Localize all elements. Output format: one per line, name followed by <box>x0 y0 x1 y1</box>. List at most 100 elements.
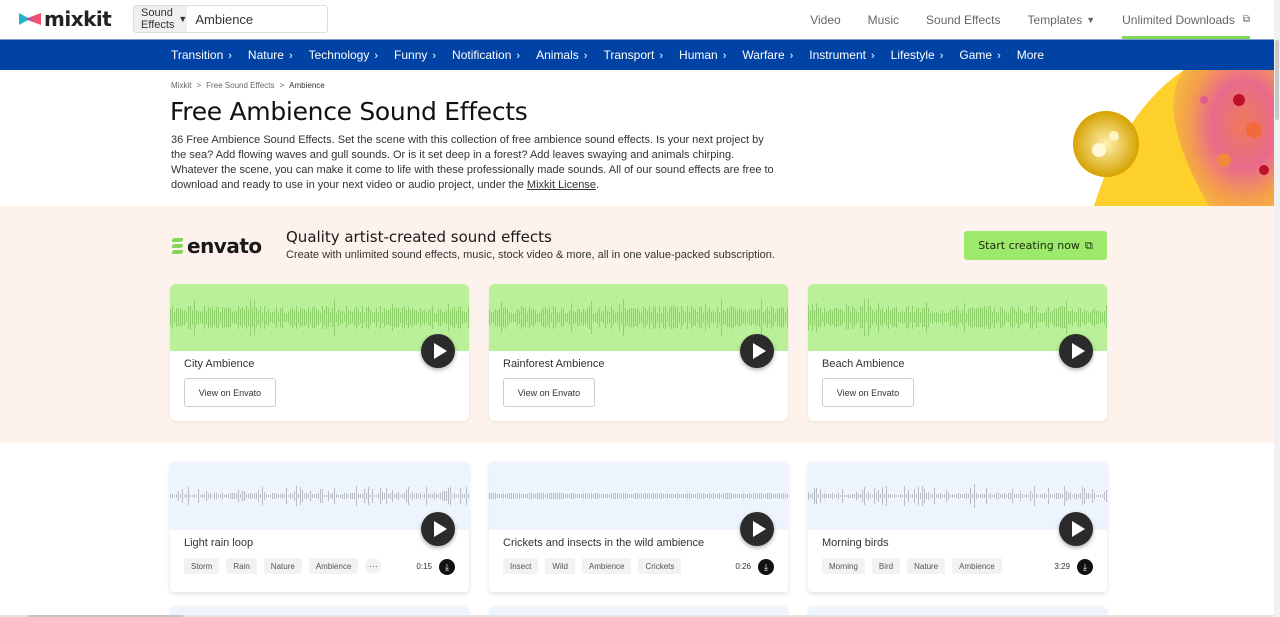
tag[interactable]: Bird <box>871 558 901 574</box>
play-button[interactable] <box>740 334 774 368</box>
view-on-envato-button[interactable]: View on Envato <box>503 378 595 407</box>
waveform-bar <box>360 311 361 324</box>
category-game[interactable]: Game › <box>959 48 1000 62</box>
start-creating-button[interactable]: Start creating now ⧉ <box>964 231 1107 260</box>
view-on-envato-button[interactable]: View on Envato <box>822 378 914 407</box>
waveform-bar <box>170 493 171 499</box>
waveform-bar <box>597 310 598 325</box>
breadcrumb-free-sound-effects[interactable]: Free Sound Effects <box>206 81 274 90</box>
download-icon[interactable]: ⤓ <box>1077 559 1093 575</box>
waveform-bar <box>380 487 381 505</box>
play-button[interactable] <box>421 334 455 368</box>
mixkit-license-link[interactable]: Mixkit License <box>527 179 596 191</box>
waveform-bar <box>773 494 774 498</box>
search-input[interactable] <box>187 6 327 32</box>
waveform-bar <box>246 306 247 329</box>
waveform-bars <box>489 298 788 338</box>
waveform-bar <box>276 306 277 329</box>
category-technology[interactable]: Technology › <box>309 48 378 62</box>
tag[interactable]: Rain <box>226 558 257 574</box>
waveform-bar <box>222 307 223 328</box>
nav-templates[interactable]: Templates ▼ <box>1028 13 1096 27</box>
play-button[interactable] <box>421 512 455 546</box>
nav-unlimited-downloads[interactable]: Unlimited Downloads ⧉ <box>1122 0 1250 39</box>
waveform-bar <box>623 298 624 337</box>
waveform-bar <box>1104 310 1105 325</box>
tag[interactable]: Insect <box>503 558 539 574</box>
waveform-bar <box>1016 311 1017 324</box>
sound-item-card[interactable]: Light rain loop Storm Rain Nature Ambien… <box>170 462 469 592</box>
waveform-bar <box>1048 488 1049 504</box>
waveform-bar <box>785 311 786 324</box>
category-transition[interactable]: Transition › <box>171 48 232 62</box>
mixkit-logo[interactable]: mixkit <box>19 9 112 29</box>
promo-card[interactable]: City Ambience View on Envato <box>170 284 469 421</box>
waveform-bar <box>300 486 301 505</box>
category-human[interactable]: Human › <box>679 48 726 62</box>
promo-card[interactable]: Beach Ambience View on Envato <box>808 284 1107 421</box>
waveform-bar <box>972 493 973 499</box>
waveform-bar <box>220 311 221 324</box>
page-title: Free Ambience Sound Effects <box>170 97 528 126</box>
tag[interactable]: Storm <box>184 558 220 574</box>
scrollbar-thumb[interactable] <box>1275 40 1279 120</box>
waveform-bar <box>274 493 275 499</box>
view-on-envato-button[interactable]: View on Envato <box>184 378 276 407</box>
download-icon[interactable]: ⤓ <box>758 559 774 575</box>
waveform-bar <box>456 311 457 324</box>
top-header: mixkit Sound Effects ▼ ✕ Video Music Sou… <box>0 0 1274 39</box>
description-text: 36 Free Ambience Sound Effects. Set the … <box>171 134 774 191</box>
waveform-bar <box>1034 310 1035 325</box>
waveform-bars <box>808 476 1107 516</box>
play-button[interactable] <box>740 512 774 546</box>
tag[interactable]: Ambience <box>581 558 632 574</box>
play-button[interactable] <box>1059 512 1093 546</box>
tag[interactable]: Ambience <box>952 558 1002 574</box>
category-more[interactable]: More <box>1017 48 1044 62</box>
nav-sound-effects[interactable]: Sound Effects <box>926 13 1001 27</box>
vertical-scrollbar[interactable] <box>1274 0 1280 617</box>
breadcrumb-mixkit[interactable]: Mixkit <box>171 81 191 90</box>
waveform-bar <box>1018 306 1019 329</box>
waveform-bar <box>242 491 243 501</box>
waveform-bar <box>414 494 415 498</box>
more-tags-button[interactable]: ··· <box>365 558 382 574</box>
waveform-bar <box>202 310 203 325</box>
tag[interactable]: Morning <box>822 558 865 574</box>
download-icon[interactable]: ⤓ <box>439 559 455 575</box>
sound-item-card[interactable]: Morning birds Morning Bird Nature Ambien… <box>808 462 1107 592</box>
nav-video[interactable]: Video <box>810 13 840 27</box>
sound-item-card[interactable]: Crickets and insects in the wild ambienc… <box>489 462 788 592</box>
waveform-bar <box>434 492 435 500</box>
tag[interactable]: Crickets <box>638 558 682 574</box>
category-notification[interactable]: Notification › <box>452 48 520 62</box>
waveform-bar <box>378 313 379 322</box>
category-funny[interactable]: Funny › <box>394 48 436 62</box>
category-animals[interactable]: Animals › <box>536 48 587 62</box>
waveform-bar <box>591 300 592 335</box>
tag[interactable]: Nature <box>263 558 302 574</box>
waveform-bar <box>1020 490 1021 502</box>
waveform-bar <box>607 310 608 325</box>
waveform-bar <box>964 493 965 499</box>
tag[interactable]: Ambience <box>308 558 359 574</box>
waveform-bar <box>763 493 764 499</box>
waveform-bar <box>745 494 746 498</box>
waveform-bar <box>332 308 333 327</box>
waveform-bar <box>846 494 847 498</box>
nav-music[interactable]: Music <box>868 13 899 27</box>
tag[interactable]: Wild <box>545 558 575 574</box>
envato-logo[interactable]: envato <box>170 234 262 258</box>
tag[interactable]: Nature <box>907 558 946 574</box>
play-button[interactable] <box>1059 334 1093 368</box>
waveform-bar <box>208 306 209 329</box>
category-instrument[interactable]: Instrument › <box>809 48 874 62</box>
category-lifestyle[interactable]: Lifestyle › <box>891 48 944 62</box>
waveform-bar <box>1046 494 1047 498</box>
category-transport[interactable]: Transport › <box>603 48 663 62</box>
category-nature[interactable]: Nature › <box>248 48 293 62</box>
search-type-dropdown[interactable]: Sound Effects ▼ <box>134 6 188 32</box>
category-warfare[interactable]: Warfare › <box>742 48 793 62</box>
promo-card[interactable]: Rainforest Ambience View on Envato <box>489 284 788 421</box>
waveform-bar <box>571 302 572 333</box>
